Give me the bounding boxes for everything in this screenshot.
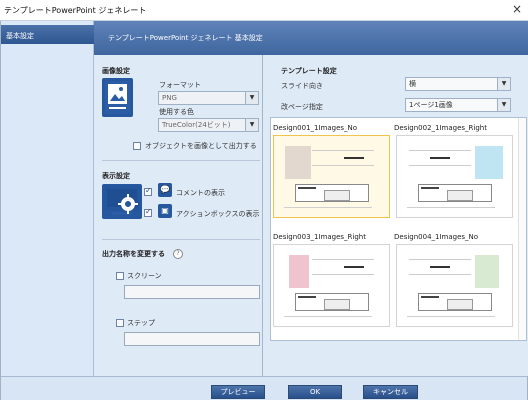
actionbox-display-checkbox[interactable] [144,207,152,217]
template-heading [430,157,450,159]
cancel-button[interactable]: キャンセル [363,385,418,399]
picture-icon [105,81,130,114]
template-accent [475,146,503,179]
main-content: 画像設定 フォーマット PNG ▼ 使用する色 TrueColor(24ビット)… [94,55,528,376]
template-line [312,274,374,275]
output-object-label: オブジェクトを画像として出力する [145,142,257,150]
chevron-down-icon: ▼ [497,99,510,111]
format-label: フォーマット [159,81,201,89]
step-name-checkbox[interactable] [116,319,124,327]
template-preview [295,293,369,311]
help-icon[interactable]: ? [173,249,183,259]
template-line [312,259,374,260]
color-select[interactable]: TrueColor(24ビット) ▼ [158,118,259,132]
template-accent [289,255,309,288]
template-title: Design002_1Images_Right [394,124,487,132]
color-value: TrueColor(24ビット) [162,121,231,129]
template-title: Design003_1Images_Right [273,233,366,241]
display-settings-title: 表示設定 [102,172,130,180]
template-title: Design001_1Images_No [273,124,358,132]
template-preview [295,184,369,202]
template-line [409,259,471,260]
comment-display-label: コメントの表示 [176,189,225,197]
template-settings-title: テンプレート設定 [281,67,337,75]
template-title: Design004_1Images_No [394,233,479,241]
chevron-down-icon: ▼ [245,92,258,104]
section-divider [102,160,260,161]
template-line [407,207,495,208]
format-value: PNG [162,94,177,102]
ok-button[interactable]: OK [288,385,342,399]
template-design002[interactable] [396,135,513,218]
preview-button[interactable]: プレビュー [211,385,265,399]
page-value: 1ページ1画像 [409,101,453,109]
template-design003[interactable] [273,244,390,327]
template-line [407,316,495,317]
output-object-checkbox[interactable] [133,142,141,150]
step-name-input[interactable] [124,332,260,346]
template-accent [475,255,499,288]
template-line [284,207,372,208]
sidebar-item-basic-settings[interactable]: 基本設定 [1,25,94,44]
template-gallery: Design001_1Images_No Design002_1Images_R… [270,117,527,341]
template-line [312,150,374,151]
template-design004[interactable] [396,244,513,327]
image-settings-title: 画像設定 [102,67,130,75]
chevron-down-icon: ▼ [245,119,258,131]
page-title: テンプレートPowerPoint ジェネレート 基本設定 [94,21,528,55]
display-settings-icon [102,184,142,219]
template-accent [285,146,311,179]
color-label: 使用する色 [159,108,194,116]
template-heading [430,266,450,268]
orientation-label: スライド向き [281,82,323,90]
template-preview [418,184,492,202]
template-line [284,316,372,317]
window-title: テンプレートPowerPoint ジェネレート [4,6,147,15]
close-icon[interactable]: × [512,2,522,16]
screen-name-input[interactable] [124,285,260,299]
template-heading [344,157,364,159]
output-name-title: 出力名称を変更する [102,250,165,258]
actionbox-icon: ▣ [158,204,172,218]
monitor-gear-icon [104,186,140,215]
title-bar: テンプレートPowerPoint ジェネレート × [0,0,528,21]
chevron-down-icon: ▼ [497,78,510,90]
template-line [409,165,471,166]
template-preview [418,293,492,311]
screen-name-label: スクリーン [127,272,162,280]
settings-window: 基本設定 テンプレートPowerPoint ジェネレート 基本設定 画像設定 フ… [0,21,528,400]
sidebar: 基本設定 [1,21,94,376]
page-select[interactable]: 1ページ1画像 ▼ [405,98,511,112]
template-line [312,165,374,166]
orientation-select[interactable]: 横 ▼ [405,77,511,91]
template-heading [344,266,364,268]
image-settings-icon [102,78,133,117]
page-label: 改ページ指定 [281,103,323,111]
comment-display-checkbox[interactable] [144,186,152,196]
template-line [409,274,471,275]
orientation-value: 横 [409,80,416,88]
section-divider [102,239,260,240]
gallery-scrollbar[interactable] [518,118,526,340]
template-design001[interactable] [273,135,390,218]
template-settings-panel: テンプレート設定 スライド向き 横 ▼ 改ページ指定 1ページ1画像 ▼ Des… [270,61,527,355]
left-settings-panel: 画像設定 フォーマット PNG ▼ 使用する色 TrueColor(24ビット)… [102,61,260,355]
step-name-label: ステップ [127,319,155,327]
screen-name-checkbox[interactable] [116,272,124,280]
dialog-footer: プレビュー OK キャンセル [1,376,527,400]
template-line [409,150,471,151]
actionbox-display-label: アクションボックスの表示 [176,210,260,218]
format-select[interactable]: PNG ▼ [158,91,259,105]
panel-divider [262,55,263,376]
comment-icon: 💬 [158,183,172,197]
